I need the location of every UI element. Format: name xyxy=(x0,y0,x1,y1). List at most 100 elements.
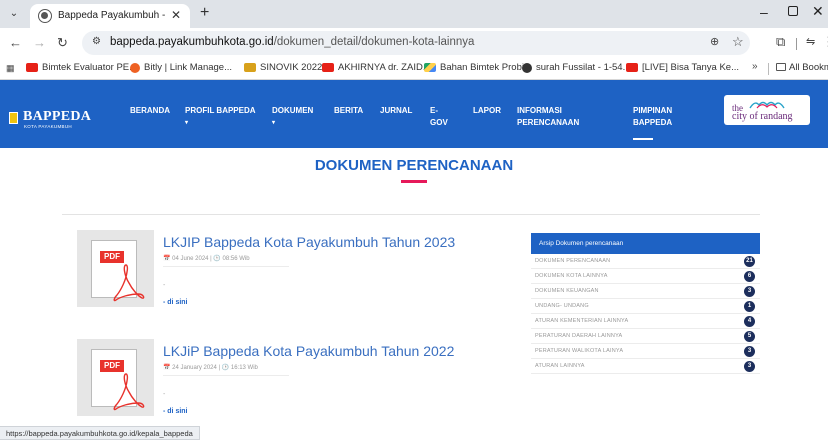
document-title-link[interactable]: LKJIP Bappeda Kota Payakumbuh Tahun 2023 xyxy=(163,234,455,250)
sidebar-item-aturan-lainnya[interactable]: ATURAN LAINNYA 3 xyxy=(531,359,760,374)
nav-informasi-perencanaan[interactable]: INFORMASI PERENCANAAN xyxy=(517,106,579,128)
document-divider xyxy=(163,375,289,376)
sidebar-title: Arsip Dokumen perencanaan xyxy=(531,233,760,254)
youtube-icon xyxy=(322,63,334,72)
site-info-icon[interactable]: ⚙ xyxy=(92,36,101,47)
city-of-randang-logo[interactable]: the city of randang xyxy=(724,95,810,125)
section-divider xyxy=(62,214,760,215)
globe-icon xyxy=(522,62,532,73)
link-status-bar: https://bappeda.payakumbuhkota.go.id/kep… xyxy=(0,426,200,440)
browser-menu-icon[interactable]: ⋮ xyxy=(822,34,828,50)
nav-label: LAPOR xyxy=(473,106,501,115)
url-host: bappeda.payakumbuhkota.go.id xyxy=(110,36,274,48)
nav-jurnal[interactable]: JURNAL xyxy=(380,106,412,118)
logo-subtitle: KOTA PAYAKUMBUH xyxy=(24,124,72,129)
reload-icon[interactable]: ↻ xyxy=(57,35,68,51)
bookmarks-bar: ▦ Bimtek Evaluator PE... Bitly | Link Ma… xyxy=(0,58,828,80)
archive-sidebar: Arsip Dokumen perencanaan DOKUMEN PERENC… xyxy=(531,233,760,374)
bookmark-star-icon[interactable]: ☆ xyxy=(732,34,744,50)
youtube-icon xyxy=(26,63,38,72)
bookmark-item[interactable]: Bahan Bimtek Probi... xyxy=(424,62,532,73)
bookmark-item[interactable]: Bitly | Link Manage... xyxy=(130,62,232,73)
document-title-link[interactable]: LKJiP Bappeda Kota Payakumbuh Tahun 2022 xyxy=(163,343,454,359)
nav-lapor[interactable]: LAPOR xyxy=(473,106,501,118)
bookmark-label: surah Fussilat - 1-54... xyxy=(536,62,631,73)
bookmark-item[interactable]: AKHIRNYA dr. ZAID... xyxy=(322,62,431,73)
sinovik-icon xyxy=(244,63,256,72)
count-badge: 1 xyxy=(744,301,755,312)
pdf-file-icon: PDF xyxy=(91,349,145,411)
download-link[interactable]: - di sini xyxy=(163,299,188,306)
nav-e-gov[interactable]: E- GOV xyxy=(430,106,448,128)
nav-label-2: GOV xyxy=(430,118,448,127)
chevron-down-icon: ▾ xyxy=(272,120,276,126)
bookmark-item[interactable]: [LIVE] Bisa Tanya Ke... xyxy=(626,62,739,73)
browser-tab-active[interactable]: Bappeda Payakumbuh - Badan ✕ xyxy=(30,4,190,28)
nav-berita[interactable]: BERITA xyxy=(334,106,363,118)
url-text[interactable]: bappeda.payakumbuhkota.go.id/dokumen_det… xyxy=(110,36,474,48)
bookmarks-overflow-icon[interactable]: » xyxy=(752,61,758,72)
address-bar[interactable]: ⚙ bappeda.payakumbuhkota.go.id/dokumen_d… xyxy=(82,31,750,55)
bookmark-item[interactable]: surah Fussilat - 1-54... xyxy=(522,62,631,73)
sidebar-item-undang-undang[interactable]: UNDANG- UNDANG 1 xyxy=(531,299,760,314)
nav-label: BERITA xyxy=(334,106,364,115)
sidebar-item-dokumen-keuangan[interactable]: DOKUMEN KEUANGAN 3 xyxy=(531,284,760,299)
sidebar-item-label: DOKUMEN KEUANGAN xyxy=(535,288,599,294)
sidebar-item-aturan-kementerian[interactable]: ATURAN KEMENTERIAN LAINNYA 4 xyxy=(531,314,760,329)
bookmarks-divider xyxy=(768,63,769,75)
bookmark-label: Bahan Bimtek Probi... xyxy=(440,62,532,73)
sidebar-item-label: DOKUMEN KOTA LAINNYA xyxy=(535,273,608,279)
extensions-puzzle-icon[interactable]: ⧉ xyxy=(776,34,785,50)
download-link[interactable]: - di sini xyxy=(163,408,188,415)
sidebar-item-peraturan-walikota[interactable]: PERATURAN WALIKOTA LAINYA 3 xyxy=(531,344,760,359)
youtube-icon xyxy=(626,63,638,72)
new-tab-plus-icon[interactable]: + xyxy=(200,5,209,21)
sidebar-item-label: ATURAN LAINNYA xyxy=(535,363,585,369)
logo-title[interactable]: BAPPEDA xyxy=(23,109,91,125)
bappeda-logo-icon[interactable] xyxy=(9,112,18,124)
tab-close-icon[interactable]: ✕ xyxy=(171,8,181,22)
count-badge: 4 xyxy=(744,316,755,327)
document-meta: 📅 04 June 2024 | 🕒 08:56 Wib xyxy=(163,256,250,262)
nav-label-2: PERENCANAAN xyxy=(517,118,580,127)
sidebar-item-peraturan-daerah[interactable]: PERATURAN DAERAH LAINNYA 5 xyxy=(531,329,760,344)
all-bookmarks-label: All Bookmarks xyxy=(789,62,828,73)
forward-arrow-icon[interactable]: → xyxy=(33,35,46,51)
bookmark-item[interactable]: SINOVIK 2022 xyxy=(244,62,322,73)
chevron-down-icon: ▾ xyxy=(185,120,189,126)
sidebar-item-label: PERATURAN DAERAH LAINNYA xyxy=(535,333,623,339)
back-arrow-icon[interactable]: ← xyxy=(9,35,22,51)
nav-pimpinan-bappeda[interactable]: PIMPINAN BAPPEDA xyxy=(633,106,672,128)
nav-dokumen[interactable]: DOKUMEN ▾ xyxy=(272,106,313,128)
count-badge: 5 xyxy=(744,331,755,342)
drive-icon xyxy=(424,63,436,72)
window-close-icon[interactable]: ✕ xyxy=(812,3,824,20)
window-maximize-icon[interactable] xyxy=(788,6,798,16)
document-thumbnail[interactable]: PDF xyxy=(77,339,154,416)
zoom-icon[interactable]: ⊕ xyxy=(710,35,719,48)
bitly-icon xyxy=(130,62,140,73)
window-minimize-icon[interactable]: – xyxy=(760,4,768,20)
profile-icon[interactable]: ⇋ xyxy=(806,35,815,48)
nav-beranda[interactable]: BERANDA xyxy=(130,106,170,118)
nav-label: BERANDA xyxy=(130,106,170,115)
all-bookmarks-button[interactable]: All Bookmarks xyxy=(776,62,828,73)
tab-search-chevron-icon[interactable]: ⌄ xyxy=(6,6,22,22)
heading-underline xyxy=(401,180,427,183)
rumah-gadang-roof-icon xyxy=(749,101,785,109)
apps-grid-icon[interactable]: ▦ xyxy=(6,62,18,74)
browser-toolbar: ← → ↻ ⚙ bappeda.payakumbuhkota.go.id/dok… xyxy=(0,28,828,58)
count-badge: 21 xyxy=(744,256,755,267)
nav-profil-bappeda[interactable]: PROFIL BAPPEDA ▾ xyxy=(185,106,256,128)
bookmark-label: AKHIRNYA dr. ZAID... xyxy=(338,62,431,73)
sidebar-item-dokumen-kota-lainnya[interactable]: DOKUMEN KOTA LAINNYA 6 xyxy=(531,269,760,284)
nav-label: E- xyxy=(430,106,438,115)
folder-icon xyxy=(776,63,786,71)
pdf-file-icon: PDF xyxy=(91,240,145,302)
nav-label-2: BAPPEDA xyxy=(633,118,673,127)
bookmark-item[interactable]: Bimtek Evaluator PE... xyxy=(26,62,137,73)
document-thumbnail[interactable]: PDF xyxy=(77,230,154,307)
page-title: DOKUMEN PERENCANAAN xyxy=(314,157,514,174)
sidebar-item-dokumen-perencanaan[interactable]: DOKUMEN PERENCANAAN 21 xyxy=(531,254,760,269)
toolbar-divider xyxy=(796,38,797,50)
